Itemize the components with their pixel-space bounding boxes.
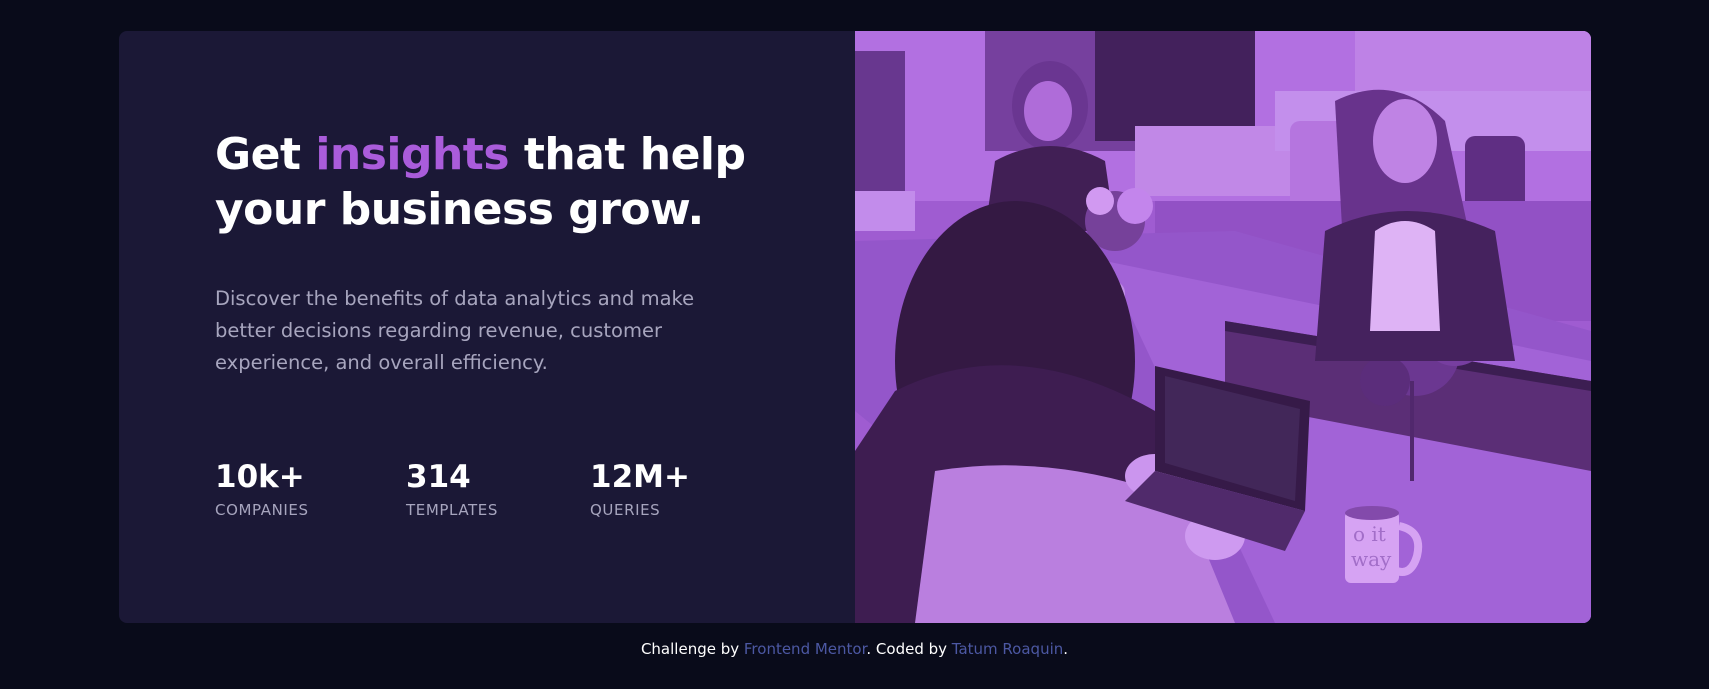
description: Discover the benefits of data analytics … (215, 287, 695, 374)
office-photo: o it way (855, 31, 1591, 623)
card-content: Get insights that help your business gro… (119, 31, 855, 623)
stat-label: COMPANIES (215, 501, 309, 519)
office-photo-illustration: o it way (855, 31, 1591, 623)
author-link[interactable]: Tatum Roaquin (952, 640, 1063, 658)
stat-label: TEMPLATES (406, 501, 498, 519)
headline-start: Get (215, 129, 316, 180)
stat-companies: 10k+ COMPANIES (215, 457, 309, 520)
stat-value: 10k+ (215, 459, 305, 495)
stat-queries: 12M+ QUERIES (590, 457, 690, 520)
headline-accent: insights (315, 129, 510, 180)
attribution-middle: . Coded by (866, 640, 952, 658)
attribution-prefix: Challenge by (640, 640, 744, 658)
stat-label: QUERIES (590, 501, 661, 519)
attribution-suffix: . (1063, 640, 1069, 658)
stats-preview-card: Get insights that help your business gro… (119, 31, 1591, 623)
stat-value: 314 (406, 459, 471, 495)
stat-templates: 314 TEMPLATES (406, 457, 498, 520)
attribution: Challenge by Frontend Mentor. Coded by T… (0, 637, 1709, 661)
frontend-mentor-link[interactable]: Frontend Mentor (744, 640, 867, 658)
stat-value: 12M+ (590, 459, 690, 495)
headline: Get insights that help your business gro… (215, 127, 775, 237)
